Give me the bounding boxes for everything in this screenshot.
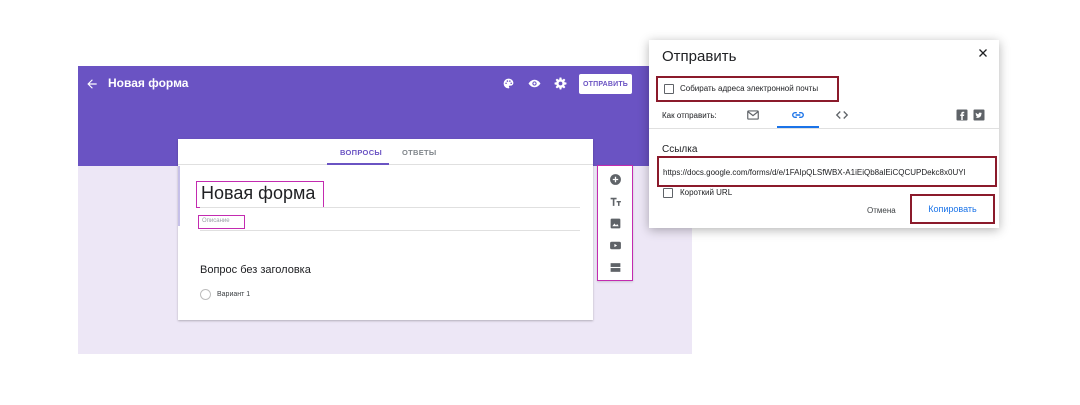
collect-emails-label[interactable]: Собирать адреса электронной почты [680,84,818,93]
add-video-icon[interactable] [609,239,622,252]
link-label: Ссылка [662,144,698,155]
dialog-divider [649,128,999,129]
description-input[interactable]: Описание [198,215,245,229]
copy-button[interactable]: Копировать [910,194,995,224]
tab-responses[interactable]: ОТВЕТЫ [402,148,437,157]
add-title-icon[interactable] [609,195,622,208]
twitter-icon[interactable] [973,109,985,121]
option-radio[interactable] [200,289,211,300]
send-dialog: Отправить Собирать адреса электронной по… [649,40,999,228]
add-question-icon[interactable] [609,173,622,186]
collect-emails-highlight: Собирать адреса электронной почты [656,76,839,102]
short-url-checkbox[interactable] [663,188,673,198]
facebook-icon[interactable] [956,109,968,121]
gear-icon[interactable] [554,77,567,90]
how-to-send-label: Как отправить: [662,111,717,120]
close-icon[interactable] [977,47,989,59]
description-underline [200,230,580,231]
active-tab-indicator [327,163,389,165]
cancel-button[interactable]: Отмена [867,206,896,215]
eye-icon[interactable] [528,77,541,90]
form-title-input[interactable]: Новая форма [196,181,324,208]
embed-icon[interactable] [835,108,849,122]
collect-emails-checkbox[interactable] [664,84,674,94]
tab-questions[interactable]: ВОПРОСЫ [340,148,382,157]
link-icon[interactable] [791,108,805,122]
link-url-field[interactable]: https://docs.google.com/forms/d/e/1FAIpQ… [657,156,997,187]
add-image-icon[interactable] [609,217,622,230]
option-label[interactable]: Вариант 1 [217,291,250,298]
send-button[interactable]: ОТПРАВИТЬ [579,74,632,94]
dialog-title: Отправить [662,48,737,65]
form-editor: Новая форма ОТПРАВИТЬ ВОПРОСЫ ОТВЕТЫ Нов… [78,66,692,354]
email-icon[interactable] [746,108,760,122]
form-card: ВОПРОСЫ ОТВЕТЫ Новая форма Описание Вопр… [178,139,593,320]
title-underline [200,207,580,208]
question-title[interactable]: Вопрос без заголовка [200,264,311,276]
add-section-icon[interactable] [609,261,622,274]
short-url-label[interactable]: Короткий URL [680,188,732,197]
title-section: Новая форма Описание [178,166,593,231]
back-arrow-icon[interactable] [85,77,99,91]
form-name[interactable]: Новая форма [108,76,188,90]
form-tabs: ВОПРОСЫ ОТВЕТЫ [178,139,593,165]
palette-icon[interactable] [502,77,515,90]
question-tools [597,165,633,281]
